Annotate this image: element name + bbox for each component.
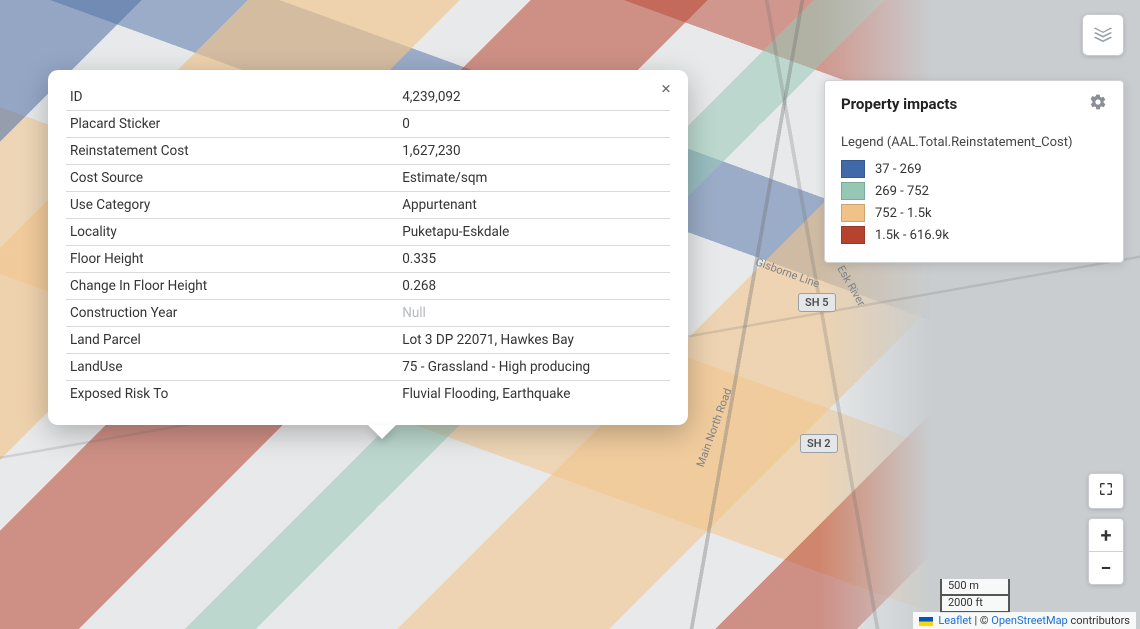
property-value: Fluvial Flooding, Earthquake xyxy=(398,381,670,408)
property-row: Land ParcelLot 3 DP 22071, Hawkes Bay xyxy=(66,327,670,354)
legend-label: 37 - 269 xyxy=(875,162,922,177)
legend-swatch xyxy=(841,204,865,222)
property-key: Placard Sticker xyxy=(66,111,398,138)
property-row: LandUse75 - Grassland - High producing xyxy=(66,354,670,381)
property-key: Reinstatement Cost xyxy=(66,138,398,165)
property-key: Exposed Risk To xyxy=(66,381,398,408)
property-value: 0.268 xyxy=(398,273,670,300)
legend-item: 37 - 269 xyxy=(841,158,1107,180)
zoom-out-button[interactable]: − xyxy=(1089,552,1123,584)
property-key: Land Parcel xyxy=(66,327,398,354)
property-row: Floor Height0.335 xyxy=(66,246,670,273)
zoom-in-button[interactable]: + xyxy=(1089,519,1123,552)
property-key: Construction Year xyxy=(66,300,398,327)
map-attribution: Leaflet | © OpenStreetMap contributors xyxy=(913,612,1136,629)
feature-popup: × ID4,239,092Placard Sticker0Reinstateme… xyxy=(48,70,688,425)
layers-icon xyxy=(1092,22,1114,48)
road-shield-sh5: SH 5 xyxy=(798,293,836,312)
property-row: Placard Sticker0 xyxy=(66,111,670,138)
property-key: Locality xyxy=(66,219,398,246)
legend-label: 269 - 752 xyxy=(875,184,929,199)
property-value: Lot 3 DP 22071, Hawkes Bay xyxy=(398,327,670,354)
property-value: 75 - Grassland - High producing xyxy=(398,354,670,381)
property-row: Exposed Risk ToFluvial Flooding, Earthqu… xyxy=(66,381,670,408)
property-row: ID4,239,092 xyxy=(66,84,670,111)
gear-icon xyxy=(1089,93,1107,111)
legend-swatch xyxy=(841,160,865,178)
legend-item: 269 - 752 xyxy=(841,180,1107,202)
leaflet-link[interactable]: Leaflet xyxy=(938,614,971,627)
property-value: Null xyxy=(398,300,670,327)
property-row: Change In Floor Height0.268 xyxy=(66,273,670,300)
property-key: LandUse xyxy=(66,354,398,381)
property-value: 0.335 xyxy=(398,246,670,273)
road-shield-sh2: SH 2 xyxy=(800,434,838,453)
legend-label: 1.5k - 616.9k xyxy=(875,228,949,243)
attribution-sep: | © xyxy=(975,614,992,627)
close-icon: × xyxy=(661,79,670,99)
layers-button[interactable] xyxy=(1082,14,1124,56)
legend-subtitle: Legend (AAL.Total.Reinstatement_Cost) xyxy=(841,135,1107,150)
legend-panel: Property impacts Legend (AAL.Total.Reins… xyxy=(824,80,1124,263)
scale-bar: 500 m 2000 ft xyxy=(940,579,1010,613)
flag-icon xyxy=(919,617,933,626)
scale-metric: 500 m xyxy=(940,579,1010,596)
popup-close-button[interactable]: × xyxy=(656,80,676,100)
legend-item: 752 - 1.5k xyxy=(841,202,1107,224)
feature-properties-table: ID4,239,092Placard Sticker0Reinstatement… xyxy=(66,84,670,407)
legend-swatch xyxy=(841,182,865,200)
property-row: Reinstatement Cost1,627,230 xyxy=(66,138,670,165)
fullscreen-button[interactable] xyxy=(1088,473,1124,509)
legend-settings-button[interactable] xyxy=(1089,93,1107,115)
legend-title: Property impacts xyxy=(841,95,957,113)
property-value: 4,239,092 xyxy=(398,84,670,111)
legend-label: 752 - 1.5k xyxy=(875,206,932,221)
zoom-control: + − xyxy=(1088,518,1124,585)
property-row: LocalityPuketapu-Eskdale xyxy=(66,219,670,246)
property-key: Use Category xyxy=(66,192,398,219)
property-key: Floor Height xyxy=(66,246,398,273)
property-key: Change In Floor Height xyxy=(66,273,398,300)
attribution-tail: contributors xyxy=(1070,614,1130,627)
legend-swatch xyxy=(841,226,865,244)
property-row: Construction YearNull xyxy=(66,300,670,327)
scale-imperial: 2000 ft xyxy=(940,596,1010,613)
property-key: Cost Source xyxy=(66,165,398,192)
property-value: 1,627,230 xyxy=(398,138,670,165)
property-value: Estimate/sqm xyxy=(398,165,670,192)
property-row: Use CategoryAppurtenant xyxy=(66,192,670,219)
property-value: Appurtenant xyxy=(398,192,670,219)
osm-link[interactable]: OpenStreetMap xyxy=(991,614,1067,627)
property-value: Puketapu-Eskdale xyxy=(398,219,670,246)
property-value: 0 xyxy=(398,111,670,138)
fullscreen-icon xyxy=(1098,481,1114,501)
legend-item: 1.5k - 616.9k xyxy=(841,224,1107,246)
property-key: ID xyxy=(66,84,398,111)
property-row: Cost SourceEstimate/sqm xyxy=(66,165,670,192)
